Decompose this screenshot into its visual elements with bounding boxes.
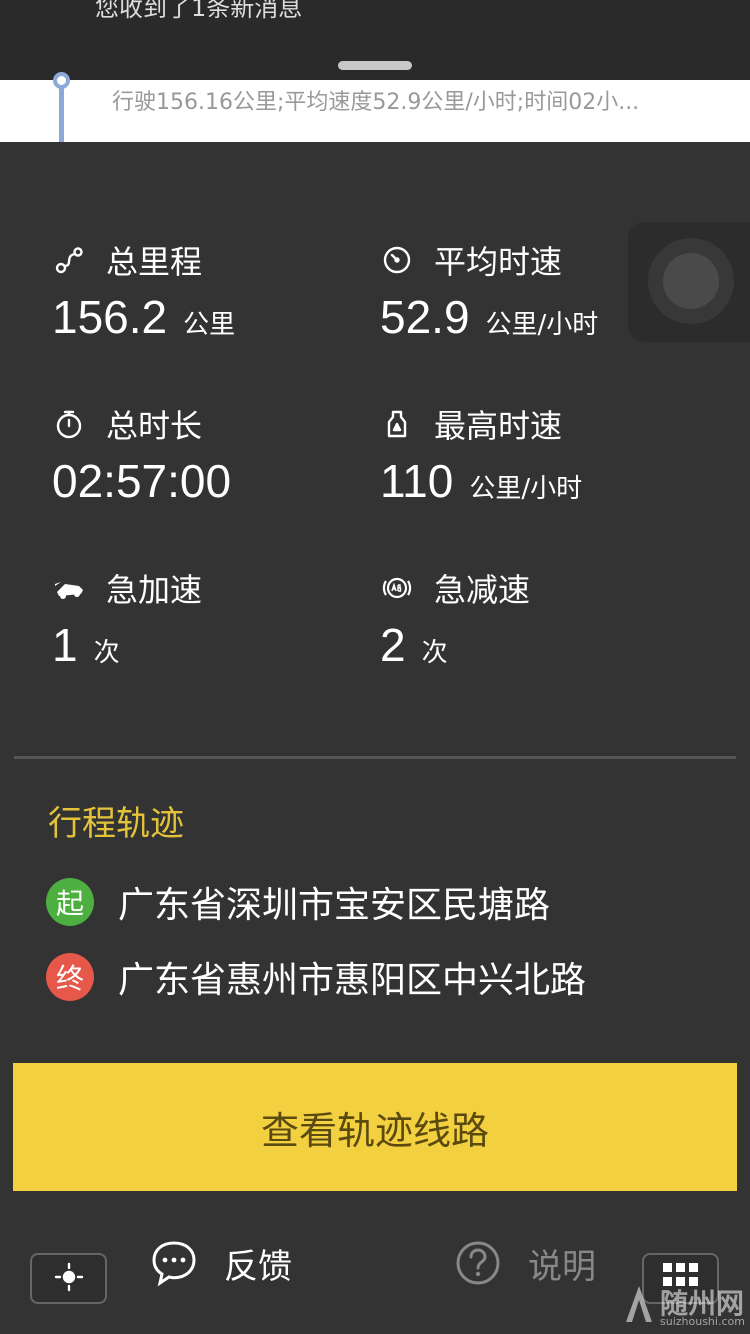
view-route-label: 查看轨迹线路	[260, 1110, 489, 1153]
stat-label: 急减速	[434, 571, 531, 609]
stat-label: 总时长	[106, 407, 203, 445]
help-label: 说明	[528, 1246, 596, 1287]
track-section-title: 行程轨迹	[48, 804, 184, 844]
abs-brake-icon	[380, 571, 414, 605]
floating-assistive-button[interactable]	[628, 222, 750, 342]
stopwatch-icon	[52, 407, 86, 441]
question-circle-icon	[456, 1241, 500, 1285]
stat-value: 1	[52, 619, 78, 671]
floating-button-core	[663, 253, 719, 309]
stat-value: 02:57:00	[52, 455, 232, 507]
stat-value: 110	[380, 455, 454, 507]
track-start-row: 起 广东省深圳市宝安区民塘路	[46, 876, 550, 928]
section-divider	[14, 756, 736, 759]
stat-unit: 次	[421, 638, 448, 668]
stat-label: 平均时速	[434, 243, 563, 281]
stat-unit: 公里	[183, 310, 236, 340]
notification-text: 您收到了1条新消息	[95, 0, 303, 22]
sheet-grab-handle[interactable]	[338, 61, 412, 70]
route-summary-strip[interactable]: 行驶156.16公里;平均速度52.9公里/小时;时间02小...	[0, 72, 750, 142]
stat-label: 最高时速	[434, 407, 563, 445]
stat-label: 急加速	[106, 571, 203, 609]
start-address: 广东省深圳市宝安区民塘路	[118, 885, 551, 926]
feedback-label: 反馈	[224, 1246, 292, 1287]
car-accelerate-icon	[52, 571, 86, 605]
feedback-button[interactable]: 反馈	[150, 1238, 292, 1288]
locate-button[interactable]	[30, 1253, 107, 1304]
route-icon	[52, 243, 86, 277]
speedometer-icon	[380, 243, 414, 277]
route-start-dot	[53, 72, 70, 89]
stat-unit: 公里/小时	[485, 310, 599, 340]
stat-value: 2	[380, 619, 406, 671]
route-summary-text: 行驶156.16公里;平均速度52.9公里/小时;时间02小...	[112, 90, 640, 115]
watermark-domain: suizhoushi.com	[660, 1315, 745, 1328]
start-badge: 起	[46, 878, 94, 926]
stat-label: 总里程	[106, 243, 203, 281]
end-badge: 终	[46, 953, 94, 1001]
end-address: 广东省惠州市惠阳区中兴北路	[118, 960, 587, 1001]
notification-bar[interactable]: 您收到了1条新消息	[0, 0, 750, 80]
view-route-button[interactable]: 查看轨迹线路	[13, 1063, 737, 1191]
crosshair-icon	[54, 1262, 84, 1296]
route-line-decoration	[59, 80, 64, 142]
stat-unit: 次	[93, 638, 120, 668]
watermark-logo-icon	[626, 1286, 652, 1322]
track-end-row: 终 广东省惠州市惠阳区中兴北路	[46, 951, 586, 1003]
stat-value: 156.2	[52, 291, 168, 343]
stat-unit: 公里/小时	[469, 474, 583, 504]
help-button[interactable]: 说明	[454, 1238, 596, 1288]
fuel-bottle-icon	[380, 407, 414, 441]
stat-value: 52.9	[380, 291, 470, 343]
chat-bubble-icon	[152, 1241, 196, 1287]
site-watermark: 随州网 suizhoushi.com	[622, 1282, 750, 1334]
